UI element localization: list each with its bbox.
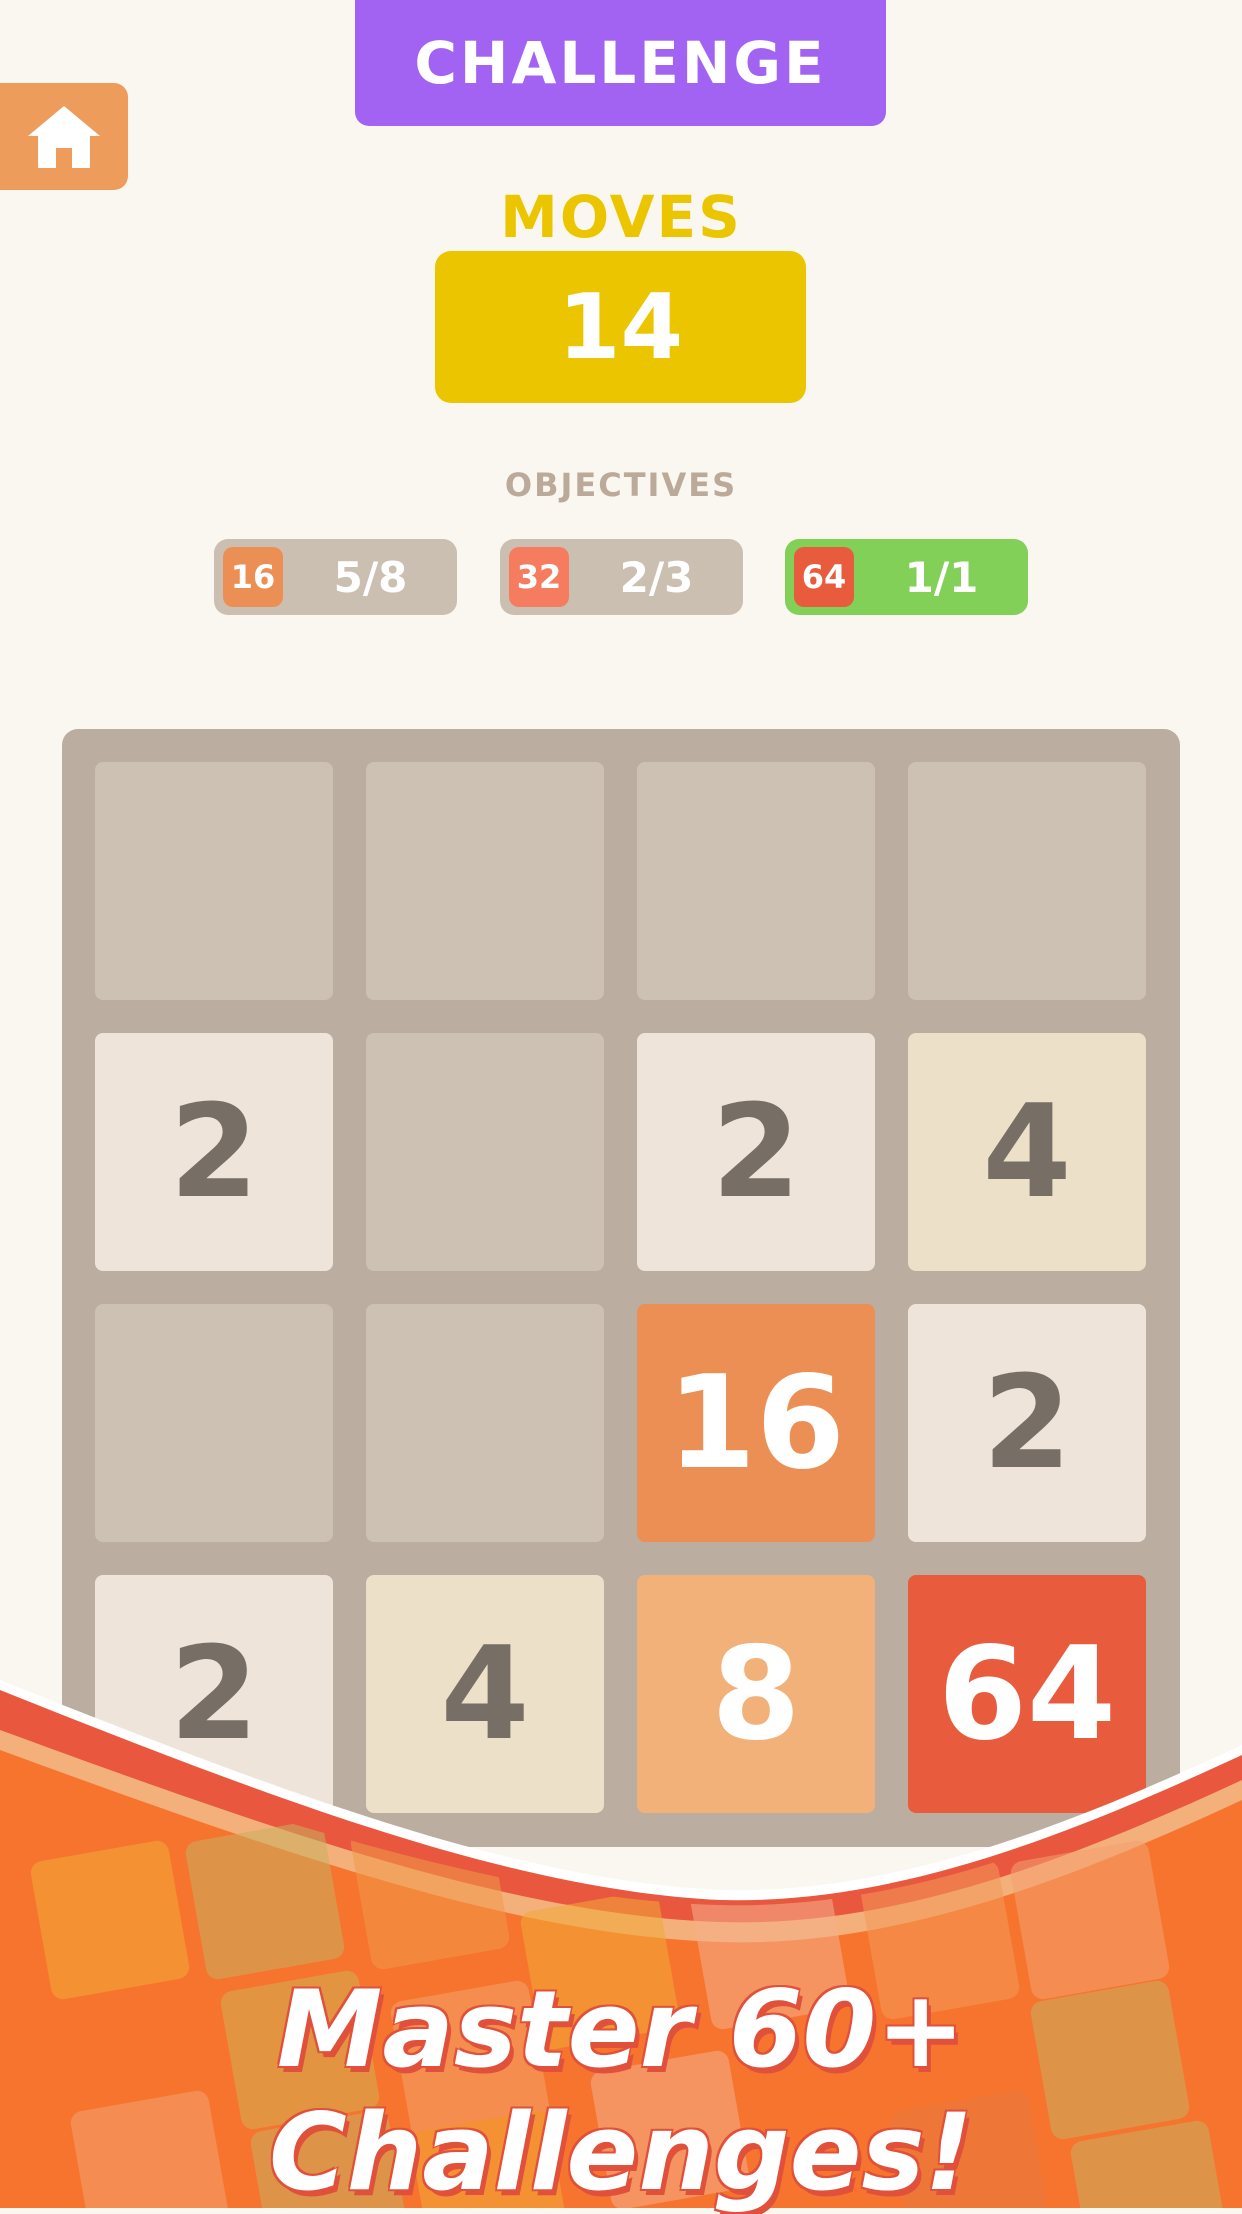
objective-progress: 1/1 [904, 552, 979, 602]
challenge-label: CHALLENGE [414, 29, 827, 97]
moves-label: MOVES [500, 183, 742, 251]
home-button[interactable] [0, 83, 128, 190]
objective-tile: 16 [223, 547, 283, 607]
board-tile: 64 [908, 1575, 1146, 1813]
board-cell [637, 762, 875, 1000]
home-icon [28, 105, 100, 168]
board-cell [95, 1304, 333, 1542]
board-cell [908, 762, 1146, 1000]
moves-counter: 14 [435, 251, 806, 403]
board-tile: 4 [908, 1033, 1146, 1271]
promo-banner-text: Master 60+ Challenges! [268, 1968, 973, 2214]
board-tile: 8 [637, 1575, 875, 1813]
objective-64: 64 1/1 [785, 539, 1028, 615]
objective-tile: 64 [794, 547, 854, 607]
challenge-mode-tab: CHALLENGE [355, 0, 886, 126]
board-cell [95, 762, 333, 1000]
objective-32: 32 2/3 [500, 539, 743, 615]
moves-value: 14 [557, 274, 684, 380]
board-cell [366, 1033, 604, 1271]
board-tile: 4 [366, 1575, 604, 1813]
board-cell [366, 762, 604, 1000]
board-tile: 2 [637, 1033, 875, 1271]
objective-tile: 32 [509, 547, 569, 607]
objective-16: 16 5/8 [214, 539, 457, 615]
board-cell [366, 1304, 604, 1542]
objective-progress: 2/3 [619, 552, 694, 602]
objectives-label: OBJECTIVES [504, 466, 738, 504]
game-board[interactable]: 2 2 4 16 2 2 4 8 64 [62, 729, 1180, 1847]
board-tile: 2 [95, 1575, 333, 1813]
board-tile: 2 [908, 1304, 1146, 1542]
objective-progress: 5/8 [333, 552, 408, 602]
board-tile: 16 [637, 1304, 875, 1542]
board-tile: 2 [95, 1033, 333, 1271]
